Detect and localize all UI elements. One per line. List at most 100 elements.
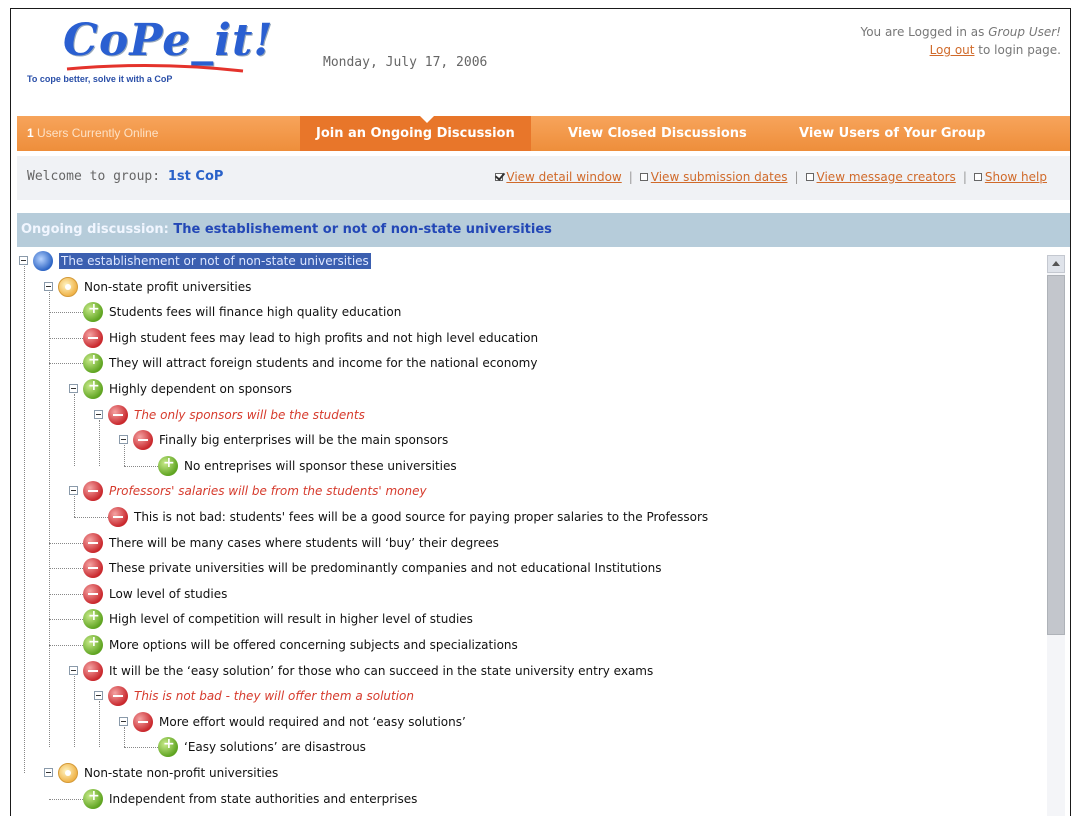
tree-node-label[interactable]: This is not bad: students' fees will be … [134,510,708,524]
con-icon [83,558,103,579]
tree-node[interactable]: No entreprises will sponsor these univer… [17,454,1037,479]
tree-node[interactable]: They will attract foreign students and i… [17,351,1037,376]
logo[interactable]: CoPe_it! To cope better, solve it with a… [21,15,273,89]
tree-node-label[interactable]: Non-state non-profit universities [84,766,278,780]
tree-node-label[interactable]: High student fees may lead to high profi… [109,331,538,345]
tab-join-discussion[interactable]: Join an Ongoing Discussion [300,116,531,151]
tree-node[interactable]: This is not bad - they will offer them a… [17,684,1037,709]
tree-node[interactable]: Low level of studies [17,582,1037,607]
tree-node-label[interactable]: More options will be offered concerning … [109,638,518,652]
tree-node-label[interactable]: Professors' salaries will be from the st… [109,484,427,498]
tree-node-label[interactable]: Finally big enterprises will be the main… [159,433,448,447]
pro-icon [158,736,178,758]
tree-node-label[interactable]: High level of competition will result in… [109,612,473,626]
scroll-up-arrow-icon[interactable] [1047,255,1065,273]
collapse-toggle-icon[interactable] [19,256,28,265]
link-submission-dates[interactable]: View submission dates [651,170,788,184]
tree-node-label[interactable]: Highly dependent on sponsors [109,382,292,396]
tree-node-label[interactable]: Low level of studies [109,587,227,601]
tree-node-label[interactable]: There will be many cases where students … [109,536,499,550]
checkbox-show-help[interactable] [973,173,982,181]
collapse-toggle-icon[interactable] [119,716,128,726]
option-message-creators[interactable]: View message creators [805,170,956,184]
tree-connector [49,337,83,339]
link-message-creators[interactable]: View message creators [817,170,956,184]
tree-node[interactable]: ‘Easy solutions’ are disastrous [17,735,1037,760]
tree-node[interactable]: This is not bad: students' fees will be … [17,505,1037,530]
collapse-toggle-icon[interactable] [94,409,103,419]
link-detail-window[interactable]: View detail window [506,170,621,184]
collapse-toggle-icon[interactable] [69,486,78,496]
welcome-row: Welcome to group: 1st CoP View detail wi… [17,156,1070,200]
tree-node-label[interactable]: More effort would required and not ‘easy… [159,715,466,729]
tree-node[interactable]: The establishement or not of non-state u… [17,249,1037,274]
tree-node[interactable]: There will be many cases where students … [17,531,1037,556]
tree-node[interactable]: The only sponsors will be the students [17,403,1037,428]
tree-node[interactable]: More options will be offered concerning … [17,633,1037,658]
collapse-toggle-icon[interactable] [44,768,53,777]
tree-node[interactable]: Highly dependent on sponsors [17,377,1037,402]
separator: | [794,170,799,184]
logout-link[interactable]: Log out [930,43,975,57]
tree-connector [124,747,158,749]
vertical-scrollbar[interactable] [1047,255,1065,816]
con-icon [108,404,128,425]
tree-guide-line [99,419,100,466]
navbar: 1 Users Currently Online Join an Ongoing… [17,116,1070,151]
tree-connector [124,465,158,467]
tree-node-label[interactable]: Students fees will finance high quality … [109,305,401,319]
tree-node[interactable]: Finally big enterprises will be the main… [17,428,1037,453]
tree-node[interactable]: High student fees may lead to high profi… [17,326,1037,351]
current-date: Monday, July 17, 2006 [323,55,488,70]
checkbox-message-creators[interactable] [805,173,814,181]
checkbox-submission-dates[interactable] [639,173,648,181]
tree-guide-line [124,726,125,748]
tree-node-label[interactable]: No entreprises will sponsor these univer… [184,459,457,473]
tree-node-label[interactable]: They will attract foreign students and i… [109,356,537,370]
tree-node[interactable]: Professors' salaries will be from the st… [17,479,1037,504]
tree-node[interactable]: Non-state non-profit universities [17,761,1037,786]
tree-node-label[interactable]: It will be the ‘easy solution’ for those… [109,664,653,678]
tree-node-label[interactable]: ‘Easy solutions’ are disastrous [184,740,366,754]
con-icon [83,327,103,348]
discussion-header: Ongoing discussion: The establishement o… [17,213,1070,247]
collapse-toggle-icon[interactable] [69,665,78,675]
separator: | [962,170,967,184]
tree-node-label[interactable]: This is not bad - they will offer them a… [134,689,414,703]
tree-guide-line [74,496,75,517]
tree-guide-line [24,266,25,773]
tree-node-label[interactable]: The only sponsors will be the students [134,408,365,422]
link-show-help[interactable]: Show help [985,170,1047,184]
tree-node-label[interactable]: These private universities will be predo… [109,561,662,575]
tree-node-label[interactable]: Non-state profit universities [84,280,251,294]
tree-node[interactable]: These private universities will be predo… [17,556,1037,581]
tree-connector [49,593,83,595]
tree-node[interactable]: Non-state profit universities [17,275,1037,300]
logout-suffix: to login page. [974,43,1061,57]
tree-node[interactable]: More effort would required and not ‘easy… [17,710,1037,735]
tab-users-of-group[interactable]: View Users of Your Group [799,116,985,151]
tree-guide-line [124,445,125,466]
con-icon [83,660,103,681]
tree-node[interactable]: Students fees will finance high quality … [17,300,1037,325]
tree-node[interactable]: It will be the ‘easy solution’ for those… [17,659,1037,684]
tree-node-label[interactable]: The establishement or not of non-state u… [59,253,371,269]
tree-guide-line [74,394,75,466]
scroll-thumb[interactable] [1047,275,1065,635]
tree-node[interactable]: Independent from state authorities and e… [17,787,1037,812]
collapse-toggle-icon[interactable] [94,691,103,701]
collapse-toggle-icon[interactable] [44,281,53,291]
discussion-tree-panel: The establishement or not of non-state u… [17,249,1070,816]
collapse-toggle-icon[interactable] [119,435,128,445]
option-detail-window[interactable]: View detail window [495,170,622,184]
option-show-help[interactable]: Show help [973,170,1047,184]
checkbox-detail-window[interactable] [495,173,504,181]
tree-node-label[interactable]: Independent from state authorities and e… [109,792,417,806]
option-submission-dates[interactable]: View submission dates [639,170,788,184]
collapse-toggle-icon[interactable] [69,384,78,393]
view-options: View detail window | View submission dates… [300,156,1070,200]
logout-line: Log out to login page. [860,41,1061,59]
tab-closed-discussions[interactable]: View Closed Discussions [568,116,747,151]
tree-node[interactable]: High level of competition will result in… [17,607,1037,632]
tree-connector [49,363,83,365]
